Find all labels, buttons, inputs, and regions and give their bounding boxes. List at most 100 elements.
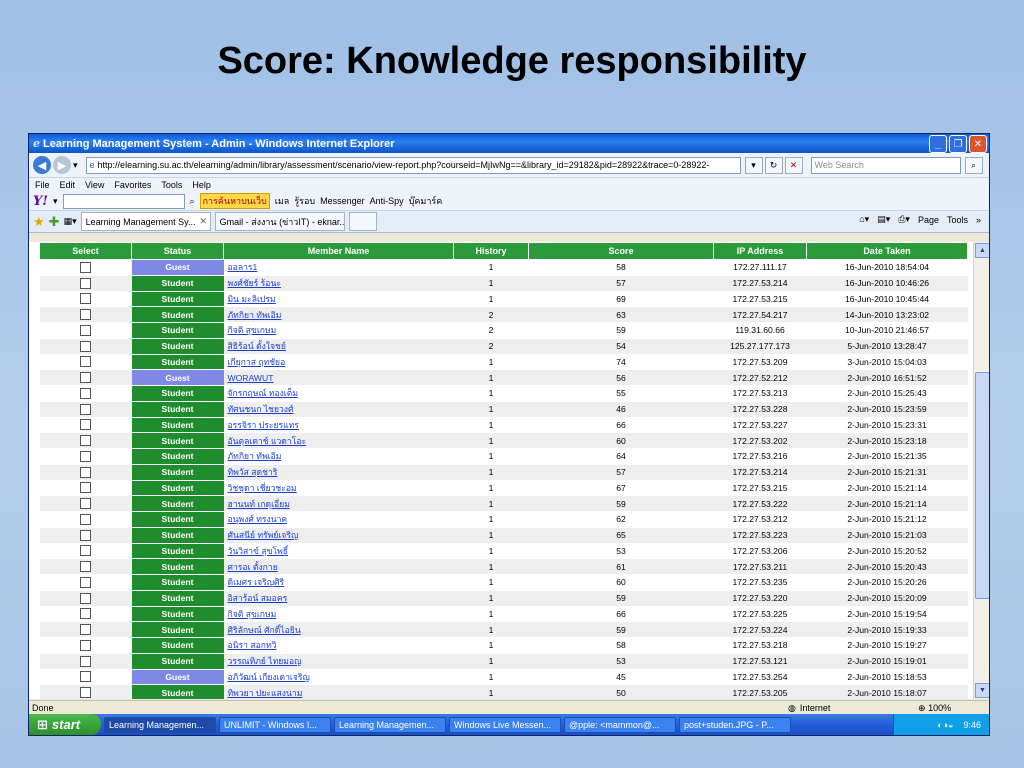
select-checkbox[interactable] — [80, 671, 91, 683]
member-name-link[interactable]: มิน มะลิเปรม — [223, 291, 454, 308]
member-name-link[interactable]: ศิริลักษณ์ ศักดิ์ไอยิน — [223, 621, 454, 638]
feeds-icon[interactable]: ▤▾ — [877, 214, 890, 225]
close-button[interactable]: ✕ — [969, 135, 987, 153]
select-checkbox[interactable] — [80, 498, 91, 510]
member-name-link[interactable]: ศันสนีย์ ทรัพย์เจริญ — [223, 527, 454, 544]
menu-favorites[interactable]: Favorites — [114, 180, 151, 190]
yahoo-search-icon[interactable]: ⌕ — [190, 196, 195, 207]
tray-icons[interactable]: ◐◑◒ — [937, 720, 953, 730]
select-checkbox[interactable] — [80, 639, 91, 651]
select-checkbox[interactable] — [80, 576, 91, 588]
select-checkbox[interactable] — [80, 419, 91, 431]
member-name-link[interactable]: วรรณทิภย์ ไทยมอญ — [223, 653, 454, 670]
member-name-link[interactable]: ฮานนท์ เกดุเอี่ยม — [223, 495, 454, 512]
member-name-link[interactable]: วิชชุดา เชี่ยวชะอม — [223, 480, 454, 497]
select-checkbox[interactable] — [80, 482, 91, 494]
member-name-link[interactable]: ออลาร1 — [223, 259, 454, 276]
zoom-level[interactable]: ⊕ 100% — [918, 703, 988, 714]
select-checkbox[interactable] — [80, 277, 91, 289]
mail-button[interactable]: เมล — [275, 194, 290, 208]
select-checkbox[interactable] — [80, 435, 91, 447]
select-checkbox[interactable] — [80, 592, 91, 604]
history-dropdown-icon[interactable]: ▾ — [73, 160, 78, 171]
scroll-thumb[interactable] — [975, 372, 989, 599]
menu-tools[interactable]: Tools — [161, 180, 182, 190]
member-name-link[interactable]: อภิวัฒน์ เกียงเดาเจริญ — [223, 669, 454, 686]
stop-icon[interactable]: ✕ — [784, 156, 803, 174]
print-icon[interactable]: ⎙▾ — [898, 214, 910, 225]
select-checkbox[interactable] — [80, 403, 91, 415]
tab-learning-management[interactable]: Learning Management Sy... ✕ — [80, 212, 211, 231]
member-name-link[interactable]: กิจติ สุขเกษม — [223, 606, 454, 623]
add-favorites-icon[interactable]: ✚ — [49, 214, 60, 230]
member-name-link[interactable]: ศารอเ ตั้งกาย — [223, 558, 454, 575]
bookmarks-button[interactable]: บุ๊คมาร์ค — [409, 194, 443, 208]
forward-button[interactable]: ▶ — [53, 156, 71, 174]
select-checkbox[interactable] — [80, 513, 91, 525]
back-button[interactable]: ◀ — [33, 156, 51, 174]
select-checkbox[interactable] — [80, 356, 91, 368]
web-search-button[interactable]: การค้นหาบนเว็บ — [199, 193, 270, 209]
taskbar-item[interactable]: Learning Managemen... — [104, 716, 216, 733]
maximize-button[interactable]: ❐ — [949, 135, 967, 153]
search-icon[interactable]: ⌕ — [964, 156, 983, 174]
menu-view[interactable]: View — [85, 180, 104, 190]
member-name-link[interactable]: อนุพงศ์ ทรงนาค — [223, 511, 454, 528]
taskbar-item[interactable]: @pple: <mammon@... — [564, 716, 676, 733]
member-name-link[interactable]: เกียุกาส ฤทชัยอ — [223, 354, 454, 371]
taskbar-item[interactable]: Learning Managemen... — [334, 716, 446, 733]
select-checkbox[interactable] — [80, 561, 91, 573]
select-checkbox[interactable] — [80, 309, 91, 321]
minimize-button[interactable]: _ — [929, 135, 947, 153]
start-button[interactable]: ⊞ start — [29, 714, 101, 735]
select-checkbox[interactable] — [80, 529, 91, 541]
yahoo-logo-icon[interactable]: Y! — [33, 194, 48, 209]
yahoo-search-input[interactable] — [62, 193, 185, 209]
member-name-link[interactable]: ทิพวยา ปยะแสงนาม — [223, 684, 454, 699]
select-checkbox[interactable] — [80, 466, 91, 478]
antispy-button[interactable]: Anti-Spy — [370, 196, 404, 206]
news-button[interactable]: รู้รอบ — [294, 194, 315, 208]
url-input[interactable]: e http://elearning.su.ac.th/elearning/ad… — [85, 156, 741, 174]
member-name-link[interactable]: กิจติ สุขเกษม — [223, 322, 454, 339]
select-checkbox[interactable] — [80, 450, 91, 462]
select-checkbox[interactable] — [80, 261, 91, 273]
select-checkbox[interactable] — [80, 545, 91, 557]
select-checkbox[interactable] — [80, 324, 91, 336]
member-name-link[interactable]: พงศ์ชัยร์ ร้อนะ — [223, 275, 454, 292]
window-titlebar[interactable]: e Learning Management System - Admin - W… — [29, 134, 989, 153]
select-checkbox[interactable] — [80, 687, 91, 699]
taskbar-item[interactable]: Windows Live Messen... — [449, 716, 561, 733]
refresh-icon[interactable]: ↻ — [764, 156, 783, 174]
new-tab-button[interactable] — [348, 212, 377, 231]
select-checkbox[interactable] — [80, 655, 91, 667]
select-checkbox[interactable] — [80, 372, 91, 384]
close-tab-icon[interactable]: ✕ — [200, 216, 208, 227]
messenger-button[interactable]: Messenger — [320, 196, 365, 206]
member-name-link[interactable]: ภัทกิยา ทัพเอิม — [223, 306, 454, 323]
member-name-link[interactable]: ทิพวัส สุดชาริ — [223, 464, 454, 481]
url-dropdown-icon[interactable]: ▾ — [744, 156, 763, 174]
member-name-link[interactable]: WORAWUT — [223, 369, 454, 386]
member-name-link[interactable]: วันวิสาข์ สุขโพธิ์ — [223, 543, 454, 560]
tab-gmail[interactable]: Gmail - ส่งงาน (ข่าวIT) - eknar... — [214, 212, 345, 231]
select-checkbox[interactable] — [80, 387, 91, 399]
member-name-link[interactable]: ภัทกิยา ทัพเอิม — [223, 448, 454, 465]
select-checkbox[interactable] — [80, 293, 91, 305]
taskbar-item[interactable]: UNLIMIT - Windows I... — [219, 716, 331, 733]
scroll-up-icon[interactable]: ▲ — [975, 243, 989, 258]
member-name-link[interactable]: อันตุลเดาช์ แวดาโอะ — [223, 432, 454, 449]
select-checkbox[interactable] — [80, 608, 91, 620]
menu-help[interactable]: Help — [192, 180, 211, 190]
tools-menu[interactable]: Tools — [947, 215, 968, 225]
member-name-link[interactable]: อิสาร้อน์ สมอคร — [223, 590, 454, 607]
member-name-link[interactable]: ดิเมศร เจริญศิริ — [223, 574, 454, 591]
member-name-link[interactable]: อรรจิรา ประยรแทร — [223, 417, 454, 434]
taskbar-item[interactable]: post+studen.JPG - P... — [679, 716, 791, 733]
chevron-more-icon[interactable]: » — [976, 215, 981, 225]
toolbar-dropdown-icon[interactable]: ▾ — [53, 196, 58, 207]
web-search-input[interactable]: Web Search — [810, 156, 961, 174]
home-icon[interactable]: ⌂▾ — [859, 214, 869, 225]
select-checkbox[interactable] — [80, 340, 91, 352]
member-name-link[interactable]: สิธิร้อน์ ตั้งใจชย์ — [223, 338, 454, 355]
